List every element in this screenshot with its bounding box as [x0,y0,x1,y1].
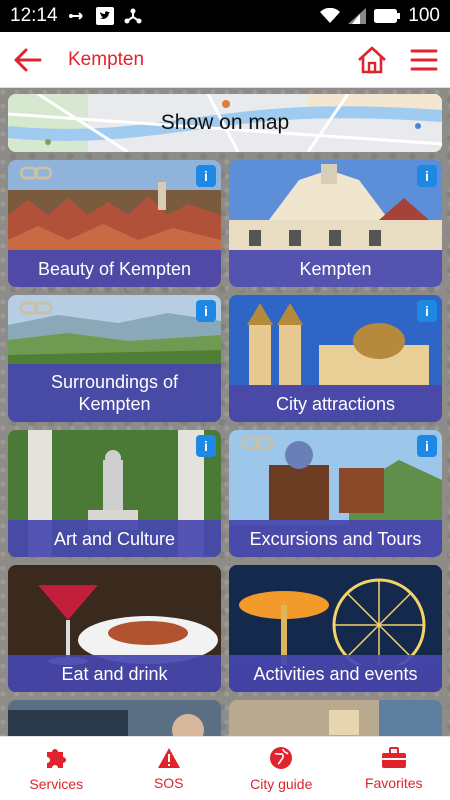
show-on-map-card[interactable]: Show on map [8,94,442,152]
link-icon [20,166,52,180]
hamburger-menu-icon [410,49,438,70]
tile-art-and-culture[interactable]: i Art and Culture [8,430,221,557]
tile-label: Beauty of Kempten [8,250,221,287]
app-bar: Kempten [0,32,450,88]
tile-label: Kempten [229,250,442,287]
tile-partial-left[interactable] [8,700,221,736]
tile-kempten[interactable]: i Kempten [229,160,442,287]
nav-favorites-label: Favorites [364,774,423,791]
battery-level: 100 [408,5,440,26]
nav-services-label: Services [29,775,84,792]
twitter-icon [95,7,114,25]
warning-icon [157,747,180,768]
info-badge[interactable]: i [196,435,216,457]
tile-eat-and-drink[interactable]: Eat and drink [8,565,221,692]
tile-label: Art and Culture [8,520,221,557]
page-title: Kempten [68,48,145,70]
info-badge[interactable]: i [196,300,216,322]
tile-surroundings-of-kempten[interactable]: i Surroundings of Kempten [8,295,221,422]
info-badge[interactable]: i [417,435,437,457]
battery-icon [374,9,401,23]
info-badge[interactable]: i [196,165,216,187]
arrow-left-icon [14,48,42,71]
nav-city-guide[interactable]: City guide [225,737,338,800]
clock: 12:14 [10,5,58,26]
nav-city-guide-label: City guide [250,775,313,792]
share-network-icon [124,7,142,25]
tile-label: Excursions and Tours [229,520,442,557]
nav-sos-label: SOS [153,774,184,791]
menu-button[interactable] [398,32,450,88]
tile-label: Eat and drink [8,655,221,692]
usb-icon [68,9,86,23]
info-badge[interactable]: i [417,300,437,322]
tile-partial-right[interactable] [229,700,442,736]
wifi-icon [320,8,341,24]
briefcase-icon [381,746,406,768]
globe-icon [270,746,293,769]
tile-label: Surroundings of Kempten [8,364,221,422]
link-icon [241,436,273,450]
puzzle-piece-icon [47,748,67,768]
tile-beauty-of-kempten[interactable]: i Beauty of Kempten [8,160,221,287]
home-icon [358,46,386,73]
home-button[interactable] [346,32,398,88]
tile-activities-and-events[interactable]: Activities and events [229,565,442,692]
nav-services[interactable]: Services [0,737,113,800]
back-button[interactable] [0,32,56,88]
tile-label: City attractions [229,385,442,422]
status-bar: 12:14 100 [0,0,450,32]
content-area[interactable]: Show on map i Beauty of Kempten i Kempte… [0,88,450,736]
tile-excursions-and-tours[interactable]: i Excursions and Tours [229,430,442,557]
nav-favorites[interactable]: Favorites [338,737,450,800]
signal-icon [348,8,367,24]
nav-sos[interactable]: SOS [113,737,226,800]
info-badge[interactable]: i [417,165,437,187]
tile-city-attractions[interactable]: i City attractions [229,295,442,422]
interior-photo [229,700,442,736]
link-icon [20,301,52,315]
show-on-map-label: Show on map [160,111,290,134]
bottom-navigation: Services SOS City guide Favorites [0,736,450,800]
tile-label: Activities and events [229,655,442,692]
office-photo [8,700,221,736]
